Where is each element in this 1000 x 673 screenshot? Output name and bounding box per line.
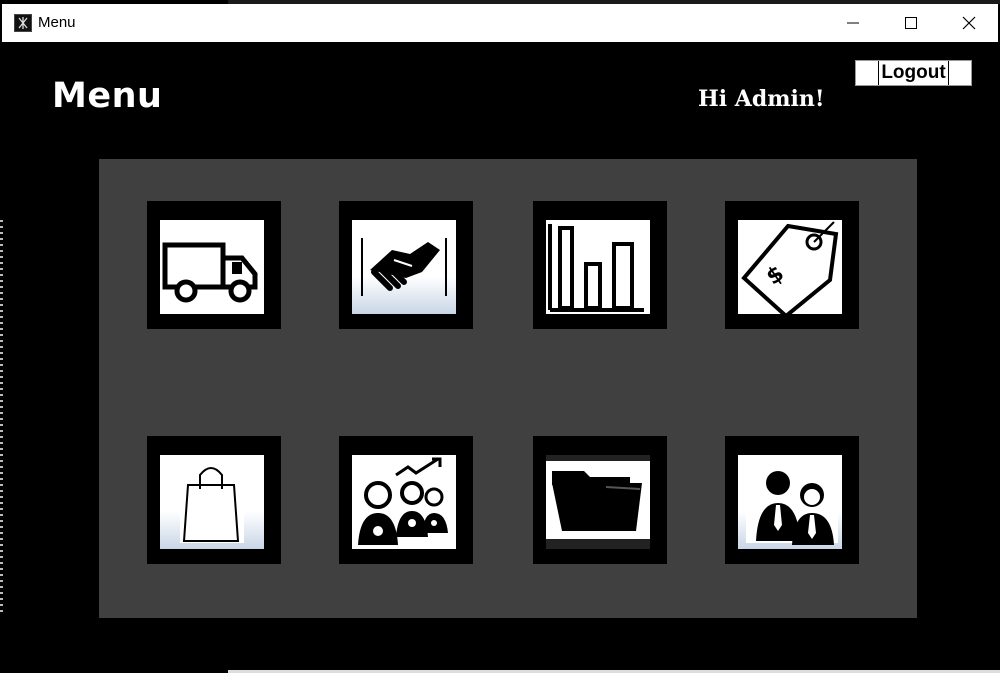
menu-panel: $ bbox=[99, 159, 917, 618]
menu-tile-pricing[interactable]: $ bbox=[725, 201, 859, 329]
background-window-edge bbox=[0, 220, 3, 615]
handshake-icon bbox=[352, 220, 456, 314]
menu-tile-employees[interactable] bbox=[725, 436, 859, 564]
menu-tile-orders[interactable] bbox=[147, 436, 281, 564]
price-tag-icon: $ bbox=[738, 220, 842, 314]
employees-icon bbox=[738, 455, 842, 549]
logout-label: Logout bbox=[878, 61, 949, 85]
minimize-button[interactable] bbox=[824, 4, 882, 42]
menu-tile-customers[interactable] bbox=[339, 436, 473, 564]
user-greeting: Hi Admin! bbox=[698, 86, 825, 112]
title-bar: Menu bbox=[2, 4, 998, 42]
menu-tile-files[interactable] bbox=[533, 436, 667, 564]
bar-chart-icon bbox=[546, 220, 650, 314]
close-icon bbox=[962, 16, 976, 30]
window-title: Menu bbox=[38, 14, 76, 31]
customers-growth-icon bbox=[352, 455, 456, 549]
maximize-icon bbox=[905, 17, 917, 29]
minimize-icon bbox=[847, 22, 859, 24]
app-icon bbox=[14, 14, 32, 32]
folder-icon bbox=[546, 455, 650, 549]
close-button[interactable] bbox=[940, 4, 998, 42]
menu-tile-delivery[interactable] bbox=[147, 201, 281, 329]
maximize-button[interactable] bbox=[882, 4, 940, 42]
page-title: Menu bbox=[52, 76, 163, 116]
shopping-bag-icon bbox=[160, 455, 264, 549]
menu-window: Menu Menu Hi Admin! Logout $ bbox=[0, 0, 1000, 673]
menu-tile-deals[interactable] bbox=[339, 201, 473, 329]
delivery-truck-icon bbox=[160, 220, 264, 314]
menu-tile-reports[interactable] bbox=[533, 201, 667, 329]
logout-button[interactable]: Logout bbox=[855, 60, 972, 86]
